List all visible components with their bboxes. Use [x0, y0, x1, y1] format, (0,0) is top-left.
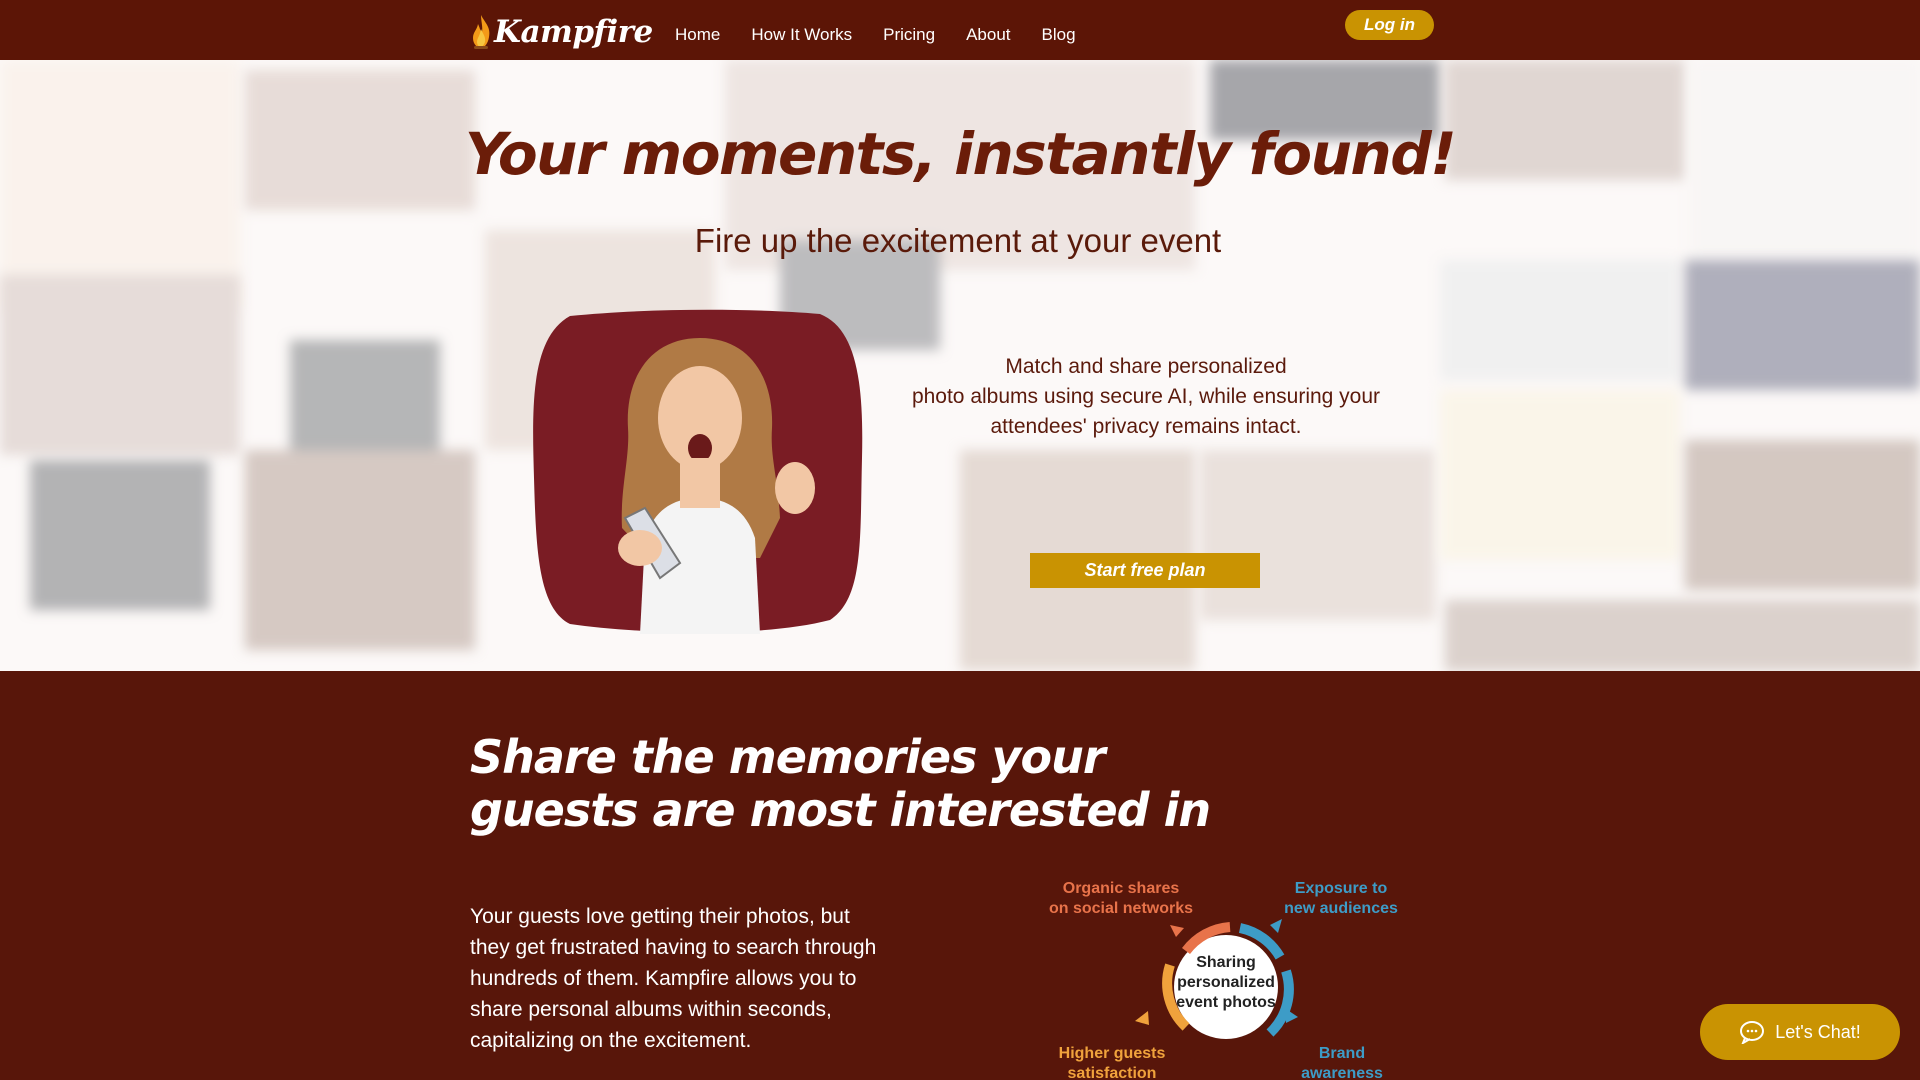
hero-subtitle: Fire up the excitement at your event: [694, 222, 1222, 259]
hero-description-line: Match and share personalized: [1005, 355, 1287, 378]
memories-section: Share the memories your guests are most …: [0, 671, 1920, 1080]
arrow-head-icon: [1170, 925, 1184, 937]
chat-widget-button[interactable]: Let's Chat!: [1700, 1004, 1900, 1060]
flame-icon: [473, 15, 490, 49]
hero-description-line: attendees' privacy remains intact.: [990, 415, 1302, 438]
exposure-label-line: new audiences: [1284, 900, 1398, 917]
diagram-center-line: event photos: [1176, 994, 1276, 1011]
section-title: Share the memories your guests are most …: [470, 730, 1211, 837]
brand-awareness-label-line: awareness: [1301, 1065, 1383, 1080]
diagram-center-line: personalized: [1177, 974, 1275, 991]
nav-about-link[interactable]: About: [966, 25, 1010, 45]
chat-label: Let's Chat!: [1775, 1021, 1861, 1042]
arrow-head-icon: [1286, 1009, 1298, 1023]
diagram-center-line: Sharing: [1196, 954, 1256, 971]
section-body-line: share personal albums within seconds,: [470, 998, 832, 1021]
exposure-label-line: Exposure to: [1295, 880, 1388, 897]
start-free-plan-button[interactable]: Start free plan: [1030, 553, 1260, 588]
arrow-head-icon: [1135, 1011, 1149, 1025]
top-navbar: Kampfire Home How It Works Pricing About…: [0, 0, 1920, 60]
section-title-line: guests are most interested in: [470, 783, 1211, 837]
hero-description: Match and share personalized photo album…: [880, 352, 1412, 442]
satisfaction-label-line: Higher guests: [1059, 1045, 1166, 1062]
section-body: Your guests love getting their photos, b…: [470, 901, 940, 1056]
satisfaction-label-line: satisfaction: [1068, 1065, 1157, 1080]
hero-title: Your moments, instantly found!: [464, 120, 1457, 188]
hero-description-line: photo albums using secure AI, while ensu…: [911, 385, 1381, 408]
logo-text: Kampfire: [494, 14, 653, 50]
brand-awareness-label-line: Brand: [1319, 1045, 1365, 1062]
arrow-head-icon: [1270, 919, 1282, 933]
nav-how-it-works-link[interactable]: How It Works: [751, 25, 852, 45]
excited-woman-photo: [533, 309, 863, 634]
section-body-line: Your guests love getting their photos, b…: [470, 905, 850, 928]
organic-shares-label-line: Organic shares: [1063, 880, 1180, 897]
organic-shares-label-line: on social networks: [1049, 900, 1193, 917]
kampfire-logo[interactable]: Kampfire: [470, 10, 653, 54]
nav-home-link[interactable]: Home: [675, 25, 720, 45]
nav-blog-link[interactable]: Blog: [1042, 25, 1076, 45]
section-body-line: they get frustrated having to search thr…: [470, 936, 877, 959]
login-button[interactable]: Log in: [1345, 10, 1434, 40]
section-body-line: capitalizing on the excitement.: [470, 1029, 752, 1052]
nav-pricing-link[interactable]: Pricing: [883, 25, 935, 45]
chat-bubble-icon: [1740, 1021, 1765, 1044]
section-title-line: Share the memories your: [470, 730, 1106, 784]
benefits-cycle-diagram: Organic shares on social networks Exposu…: [1049, 880, 1398, 1080]
hero-section: Your moments, instantly found! Fire up t…: [0, 60, 1920, 671]
section-body-line: hundreds of them. Kampfire allows you to: [470, 967, 857, 990]
